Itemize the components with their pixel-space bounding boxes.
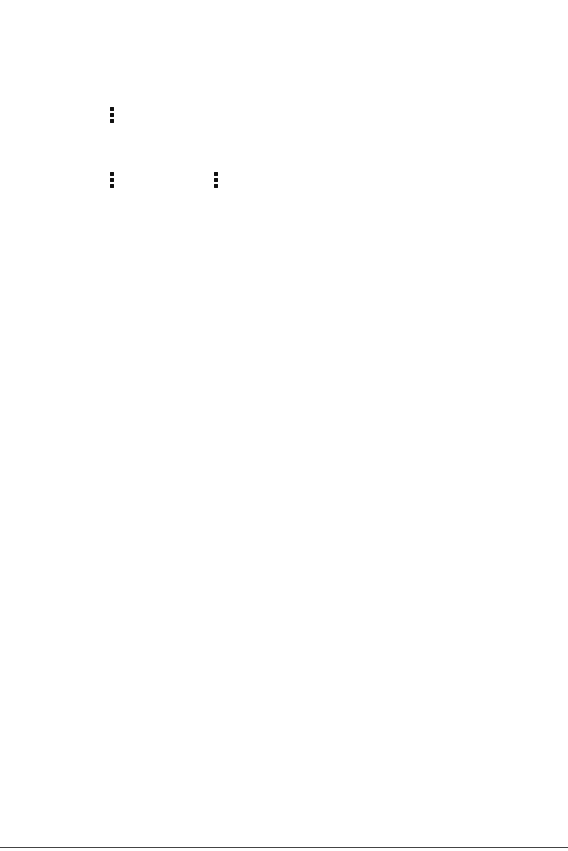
more-vert-icon — [108, 172, 116, 190]
document-page — [0, 0, 568, 851]
bottom-divider — [0, 847, 568, 848]
more-vert-icon — [108, 107, 116, 125]
more-vert-icon — [212, 172, 220, 190]
